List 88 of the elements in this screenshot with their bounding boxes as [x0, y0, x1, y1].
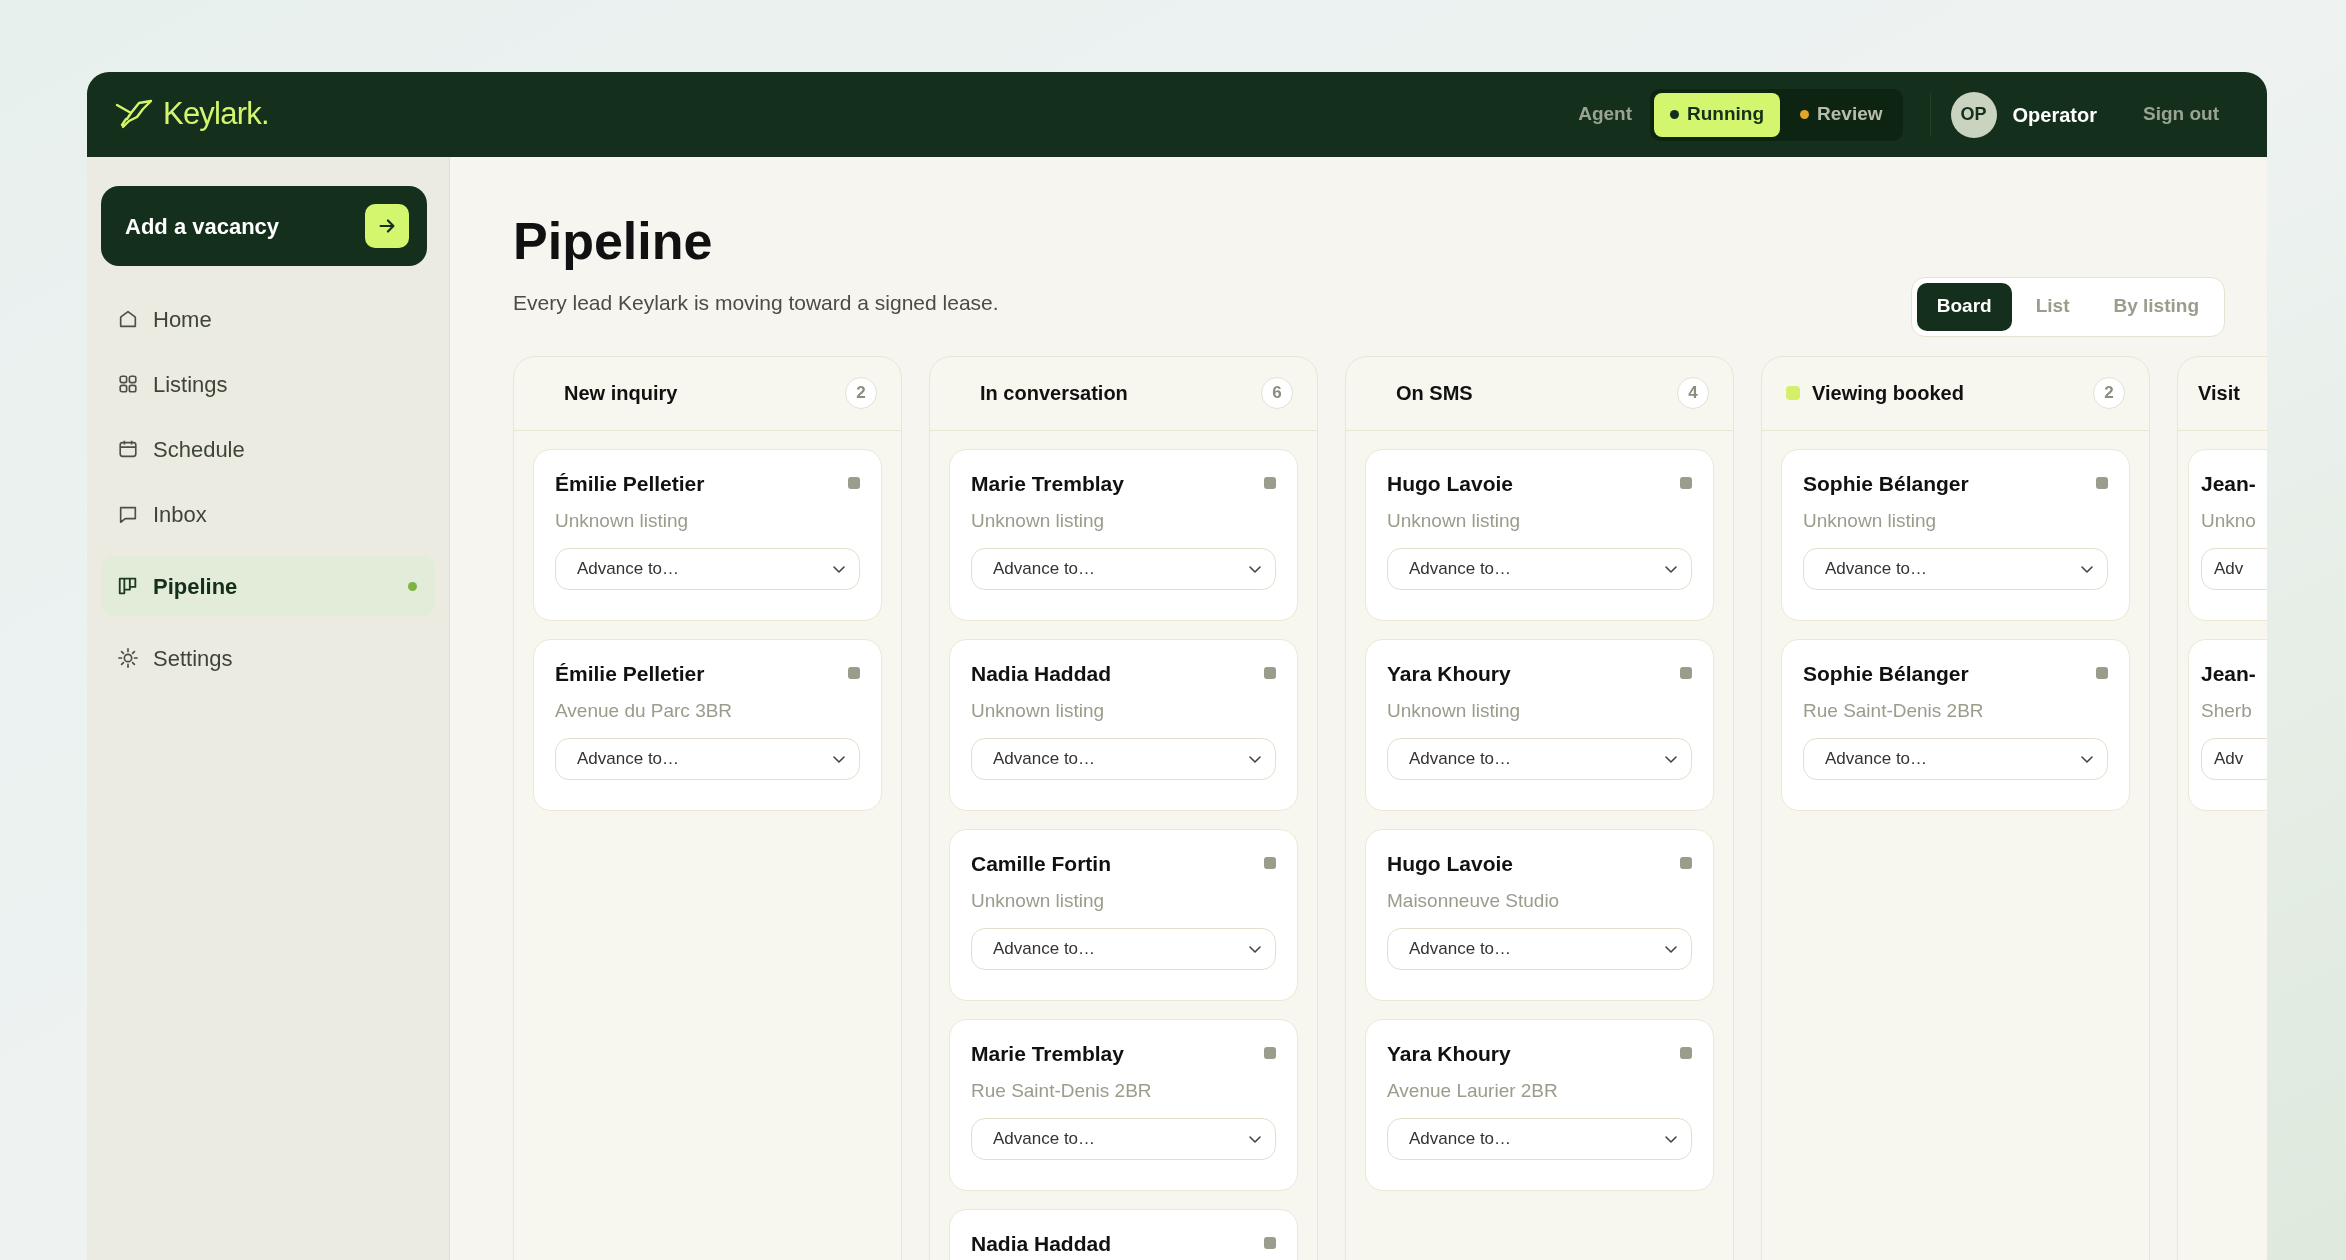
sidebar-nav-item[interactable]: Schedule — [101, 419, 435, 479]
column-title: In conversation — [980, 381, 1129, 406]
listing-name: Sherb — [2201, 699, 2253, 723]
listing-name: Avenue Laurier 2BR — [1387, 1079, 1559, 1103]
board-icon — [117, 575, 139, 597]
lead-name: Sophie Bélanger — [1803, 470, 1969, 497]
settings-icon — [117, 647, 139, 669]
lead-name: Hugo Lavoie — [1387, 470, 1513, 497]
status-square-icon — [2096, 667, 2108, 680]
agent-mode-tab[interactable]: Running — [1654, 92, 1781, 137]
column-title: New inquiry — [564, 381, 679, 406]
lead-name: Marie Tremblay — [971, 1040, 1124, 1067]
listing-name: Maisonneuve Studio — [1387, 889, 1561, 913]
listing-name: Rue Saint-Denis 2BR — [1803, 699, 1985, 723]
lead-name: Yara Khoury — [1387, 660, 1511, 687]
status-square-icon — [1680, 857, 1692, 870]
status-square-icon — [1680, 667, 1692, 680]
status-square-icon — [848, 667, 860, 680]
advance-dropdown[interactable]: Advance to… — [971, 547, 1276, 590]
count-badge: 6 — [1261, 377, 1293, 409]
status-square-icon — [1264, 857, 1276, 870]
advance-dropdown[interactable]: Advance to… — [1387, 547, 1692, 590]
listing-name: Unknown listing — [971, 889, 1106, 913]
listing-name: Rue Saint-Denis 2BR — [971, 1079, 1153, 1103]
listing-name: Avenue du Parc 3BR — [555, 699, 734, 723]
sidebar-nav-item[interactable]: Inbox — [101, 484, 435, 544]
status-square-icon — [848, 477, 860, 490]
advance-dropdown[interactable]: Advance to… — [555, 737, 860, 780]
sidebar-nav-item[interactable]: Listings — [101, 354, 435, 414]
sidebar-nav-item[interactable]: Home — [101, 289, 435, 349]
status-square-icon — [1264, 667, 1276, 680]
advance-dropdown[interactable]: Advance to… — [971, 1117, 1276, 1160]
view-tab[interactable]: Board — [1916, 282, 2012, 331]
advance-dropdown[interactable]: Advance to… — [1803, 547, 2108, 590]
advance-dropdown[interactable]: Advance to… — [971, 737, 1276, 780]
count-badge: 2 — [845, 377, 877, 409]
advance-dropdown[interactable]: Advance to… — [1387, 737, 1692, 780]
page-subtitle: Every lead Keylark is moving toward a signed lease. — [513, 290, 999, 316]
lead-name: Nadia Haddad — [971, 660, 1112, 687]
lead-name: Émilie Pelletier — [555, 470, 705, 497]
advance-dropdown[interactable]: Advance to… — [971, 927, 1276, 970]
advance-dropdown[interactable]: Adv — [2201, 737, 2267, 780]
status-square-icon — [1680, 477, 1692, 490]
lead-name: Marie Tremblay — [971, 470, 1124, 497]
user-name: Operator — [2012, 102, 2097, 128]
lead-name: Sophie Bélanger — [1803, 660, 1969, 687]
sidebar-nav-item[interactable]: Settings — [101, 628, 435, 688]
listing-name: Unknown listing — [1803, 509, 1938, 533]
sign-out-link[interactable]: Sign out — [2143, 100, 2219, 129]
lead-name: Yara Khoury — [1387, 1040, 1511, 1067]
advance-dropdown[interactable]: Advance to… — [1387, 927, 1692, 970]
status-square-icon — [2096, 477, 2108, 490]
page-title: Pipeline — [513, 211, 714, 272]
grid-icon — [117, 373, 139, 395]
listing-name: Unknown listing — [1387, 699, 1522, 723]
status-square-icon — [1264, 477, 1276, 490]
add-vacancy-button[interactable]: Add a vacancy — [101, 186, 427, 266]
listing-name: Unknown listing — [555, 509, 690, 533]
home-icon — [117, 308, 139, 330]
avatar: OP — [1950, 91, 1997, 138]
agent-mode-tab[interactable]: Review — [1784, 92, 1899, 137]
column-title: Viewing booked — [1812, 381, 1965, 406]
agent-label: Agent — [1578, 102, 1633, 127]
lead-name: Nadia Haddad — [971, 1230, 1112, 1257]
lead-name: Émilie Pelletier — [555, 660, 705, 687]
status-square-icon — [1680, 1047, 1692, 1060]
bird-logo-icon — [113, 98, 155, 131]
status-square-icon — [1264, 1047, 1276, 1060]
listing-name: Unknown listing — [971, 509, 1106, 533]
count-badge: 4 — [1677, 377, 1709, 409]
lead-name: Camille Fortin — [971, 850, 1112, 877]
advance-dropdown[interactable]: Advance to… — [1803, 737, 2108, 780]
calendar-icon — [117, 438, 139, 460]
advance-dropdown[interactable]: Adv — [2201, 547, 2267, 590]
sidebar-nav-item[interactable]: Pipeline — [101, 556, 435, 616]
column-title: Visit — [2198, 381, 2241, 406]
lead-name: Hugo Lavoie — [1387, 850, 1513, 877]
advance-dropdown[interactable]: Advance to… — [1387, 1117, 1692, 1160]
column-title: On SMS — [1396, 381, 1474, 406]
brand-name: Keylark. — [163, 95, 269, 134]
advance-dropdown[interactable]: Advance to… — [555, 547, 860, 590]
lead-name: Jean- — [2201, 660, 2256, 687]
listing-name: Unknown listing — [1387, 509, 1522, 533]
listing-name: Unkno — [2201, 509, 2257, 533]
lead-name: Jean- — [2201, 470, 2256, 497]
listing-name: Unknown listing — [971, 699, 1106, 723]
count-badge: 2 — [2093, 377, 2125, 409]
status-square-icon — [1264, 1237, 1276, 1250]
